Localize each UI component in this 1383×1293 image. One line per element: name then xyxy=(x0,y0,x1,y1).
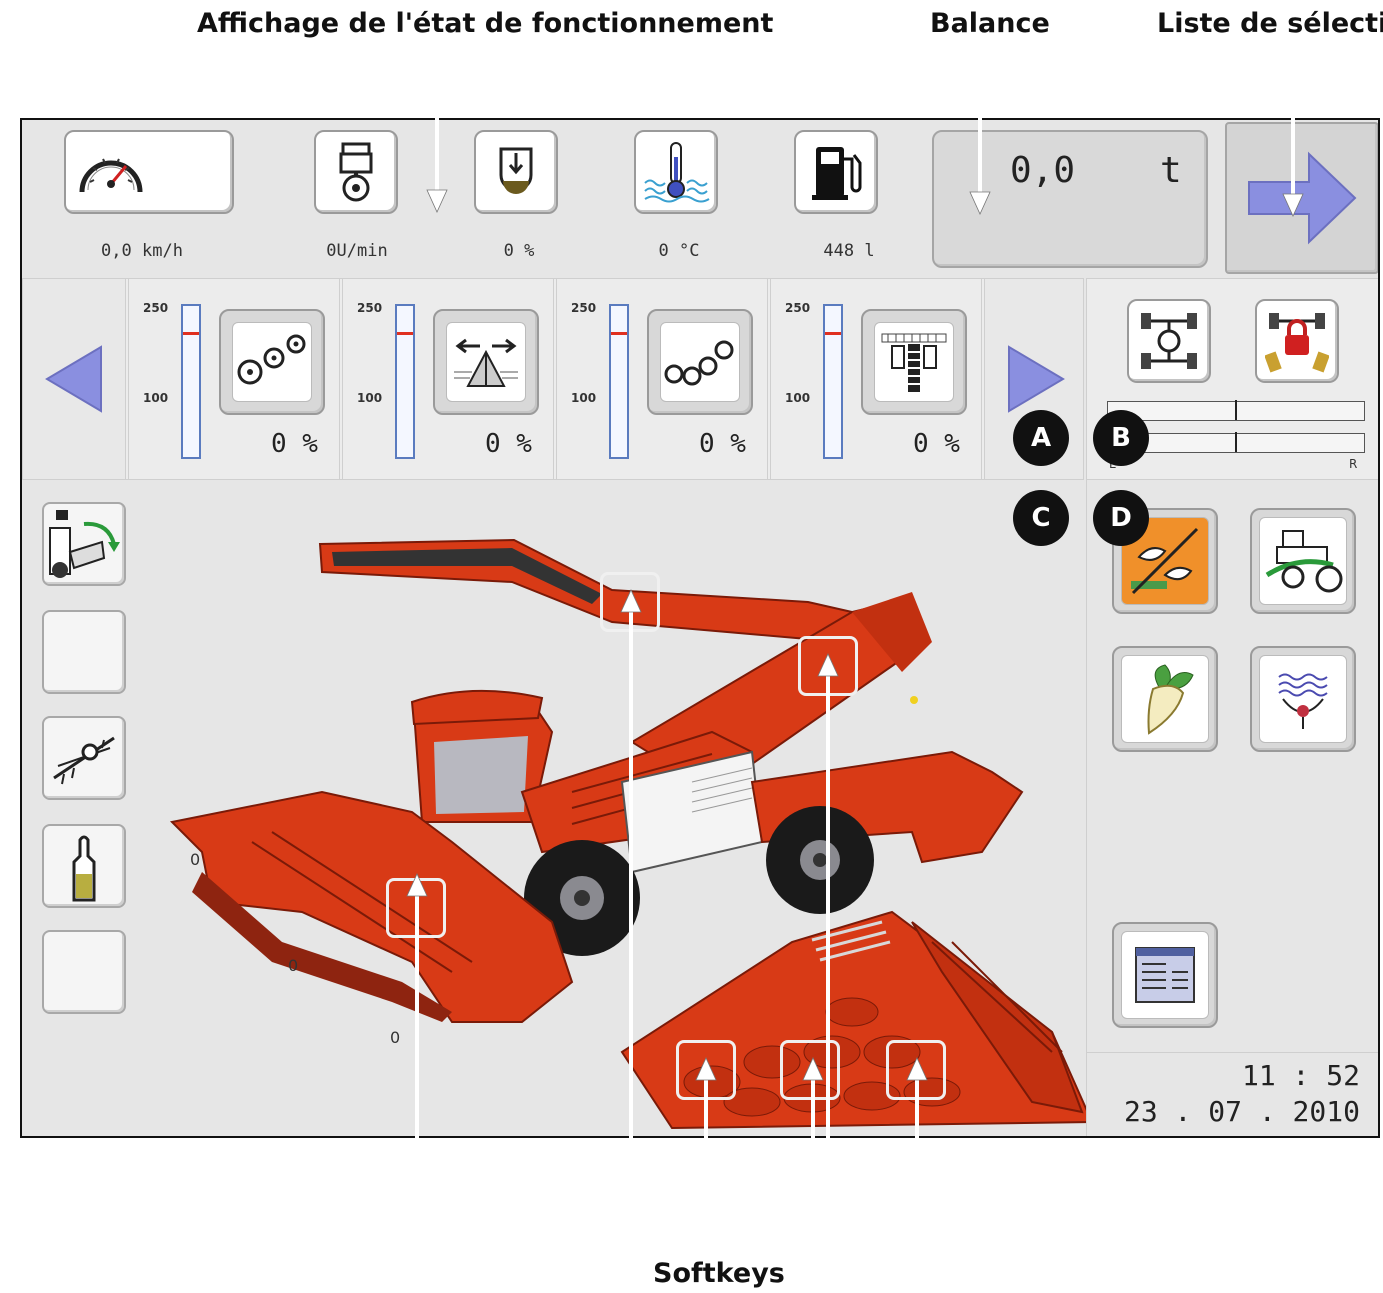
gauge-max-label: 250 xyxy=(571,301,597,315)
gauge-mid-label: 100 xyxy=(785,391,811,405)
clock-panel: 11 : 52 23 . 07 . 2010 xyxy=(1086,1052,1378,1136)
document-menu-button[interactable] xyxy=(1112,922,1218,1028)
beet-button[interactable] xyxy=(1112,646,1218,752)
steering-mode-button[interactable] xyxy=(1127,299,1211,383)
softkey-elevator[interactable] xyxy=(600,572,660,632)
coolant-button[interactable] xyxy=(634,130,718,214)
lifting-unit-button[interactable] xyxy=(1250,508,1356,614)
fuel-button[interactable] xyxy=(794,130,878,214)
balance-display[interactable]: 0,0 t xyxy=(932,130,1208,268)
gauge-3-button[interactable] xyxy=(647,309,753,415)
gauge-mid-label: 100 xyxy=(357,391,383,405)
badge-c: C xyxy=(1013,490,1069,546)
washing-button[interactable] xyxy=(1250,646,1356,752)
selection-list-button[interactable] xyxy=(1225,122,1378,274)
badge-d: D xyxy=(1093,490,1149,546)
gauge-prev-button[interactable] xyxy=(22,278,126,480)
conveyor-belt-icon xyxy=(881,333,947,392)
gauge-4-percent: 0 % xyxy=(913,429,960,459)
gauge-panel-4: 250 100 0 % xyxy=(770,278,982,480)
gauge-panel-3: 250 100 0 % xyxy=(556,278,768,480)
clock-time: 11 : 52 xyxy=(1241,1059,1360,1092)
gauge-2-button[interactable] xyxy=(433,309,539,415)
gauge-panel-2: 250 100 0 % xyxy=(342,278,554,480)
side-button-5[interactable] xyxy=(42,930,126,1014)
steering-scale-top xyxy=(1107,400,1365,421)
header-position-label-2: 0 xyxy=(288,956,299,975)
fuel-value: 448 l xyxy=(823,241,875,261)
side-button-3[interactable] xyxy=(42,716,126,800)
engine-button[interactable] xyxy=(314,130,398,214)
next-arrow-icon xyxy=(1248,151,1357,245)
header-position-label-3: 0 xyxy=(390,1028,401,1047)
badge-a: A xyxy=(1013,410,1069,466)
steering-lock-icon xyxy=(1265,313,1329,373)
header-position-label-1: 0 xyxy=(190,850,201,869)
gauge-max-label: 250 xyxy=(785,301,811,315)
roller-tilt-icon xyxy=(49,510,120,578)
gauge-bar xyxy=(181,304,201,459)
side-button-1[interactable] xyxy=(42,502,126,586)
fuel-pump-icon xyxy=(812,147,862,200)
softkey-boom[interactable] xyxy=(798,636,858,696)
engine-icon xyxy=(339,142,373,202)
gauge-2-percent: 0 % xyxy=(485,429,532,459)
tank-button[interactable] xyxy=(474,130,558,214)
coolant-temp-value: 0 °C xyxy=(658,241,700,261)
speedometer-icon xyxy=(79,158,143,193)
lifting-unit-icon xyxy=(1265,530,1343,593)
coolant-temperature-icon xyxy=(644,142,710,203)
gauge-mid-label: 100 xyxy=(143,391,169,405)
right-column-divider xyxy=(1086,480,1087,1136)
gauge-bar xyxy=(823,304,843,459)
lifting-share-spread-icon xyxy=(454,338,518,387)
steering-lock-button[interactable] xyxy=(1255,299,1339,383)
steering-scale-right-label: R xyxy=(1349,457,1358,471)
clock-date: 23 . 07 . 2010 xyxy=(1123,1095,1360,1128)
gauge-1-button[interactable] xyxy=(219,309,325,415)
defoliator-rollers-icon xyxy=(237,334,306,385)
terminal-screen: 0,0 km/h 0U/min 0 % 0 °C 448 l 0,0 t 250… xyxy=(20,118,1380,1138)
washing-icon xyxy=(1278,673,1328,729)
gauge-bar xyxy=(609,304,629,459)
softkey-header[interactable] xyxy=(386,878,446,938)
engine-rpm-value: 0U/min xyxy=(326,241,388,261)
side-button-4[interactable] xyxy=(42,824,126,908)
right-arrow-icon xyxy=(1008,345,1065,413)
document-list-icon xyxy=(1135,947,1195,1003)
steering-wheel-icon xyxy=(1141,313,1197,369)
gauge-3-percent: 0 % xyxy=(699,429,746,459)
gauge-bar xyxy=(395,304,415,459)
sugar-beet-icon xyxy=(1147,664,1194,735)
callout-softkeys: Softkeys xyxy=(653,1258,785,1289)
balance-value: 0,0 xyxy=(1010,150,1076,191)
speedometer-button[interactable] xyxy=(64,130,234,214)
callout-status-display: Affichage de l'état de fonctionnement xyxy=(197,8,774,39)
softkey-roller-1[interactable] xyxy=(676,1040,736,1100)
gauge-panel-1: 250 100 0 % xyxy=(128,278,340,480)
cleaning-rollers-icon xyxy=(664,340,734,386)
gauge-1-percent: 0 % xyxy=(271,429,318,459)
gauge-4-button[interactable] xyxy=(861,309,967,415)
balance-unit: t xyxy=(1160,150,1182,191)
gauge-max-label: 250 xyxy=(357,301,383,315)
callout-balance: Balance xyxy=(930,8,1050,39)
left-arrow-icon xyxy=(45,345,102,413)
tank-level-value: 0 % xyxy=(503,241,535,261)
side-button-2[interactable] xyxy=(42,610,126,694)
softkey-roller-2[interactable] xyxy=(780,1040,840,1100)
bunker-tank-icon xyxy=(499,147,533,194)
callout-selection-list: Liste de sélection xyxy=(1157,8,1383,39)
sieve-star-icon xyxy=(53,736,115,785)
speed-value: 0,0 km/h xyxy=(101,241,183,261)
badge-b: B xyxy=(1093,410,1149,466)
oil-bottle-icon xyxy=(72,835,96,902)
gauge-max-label: 250 xyxy=(143,301,169,315)
softkey-roller-3[interactable] xyxy=(886,1040,946,1100)
gauge-mid-label: 100 xyxy=(571,391,597,405)
